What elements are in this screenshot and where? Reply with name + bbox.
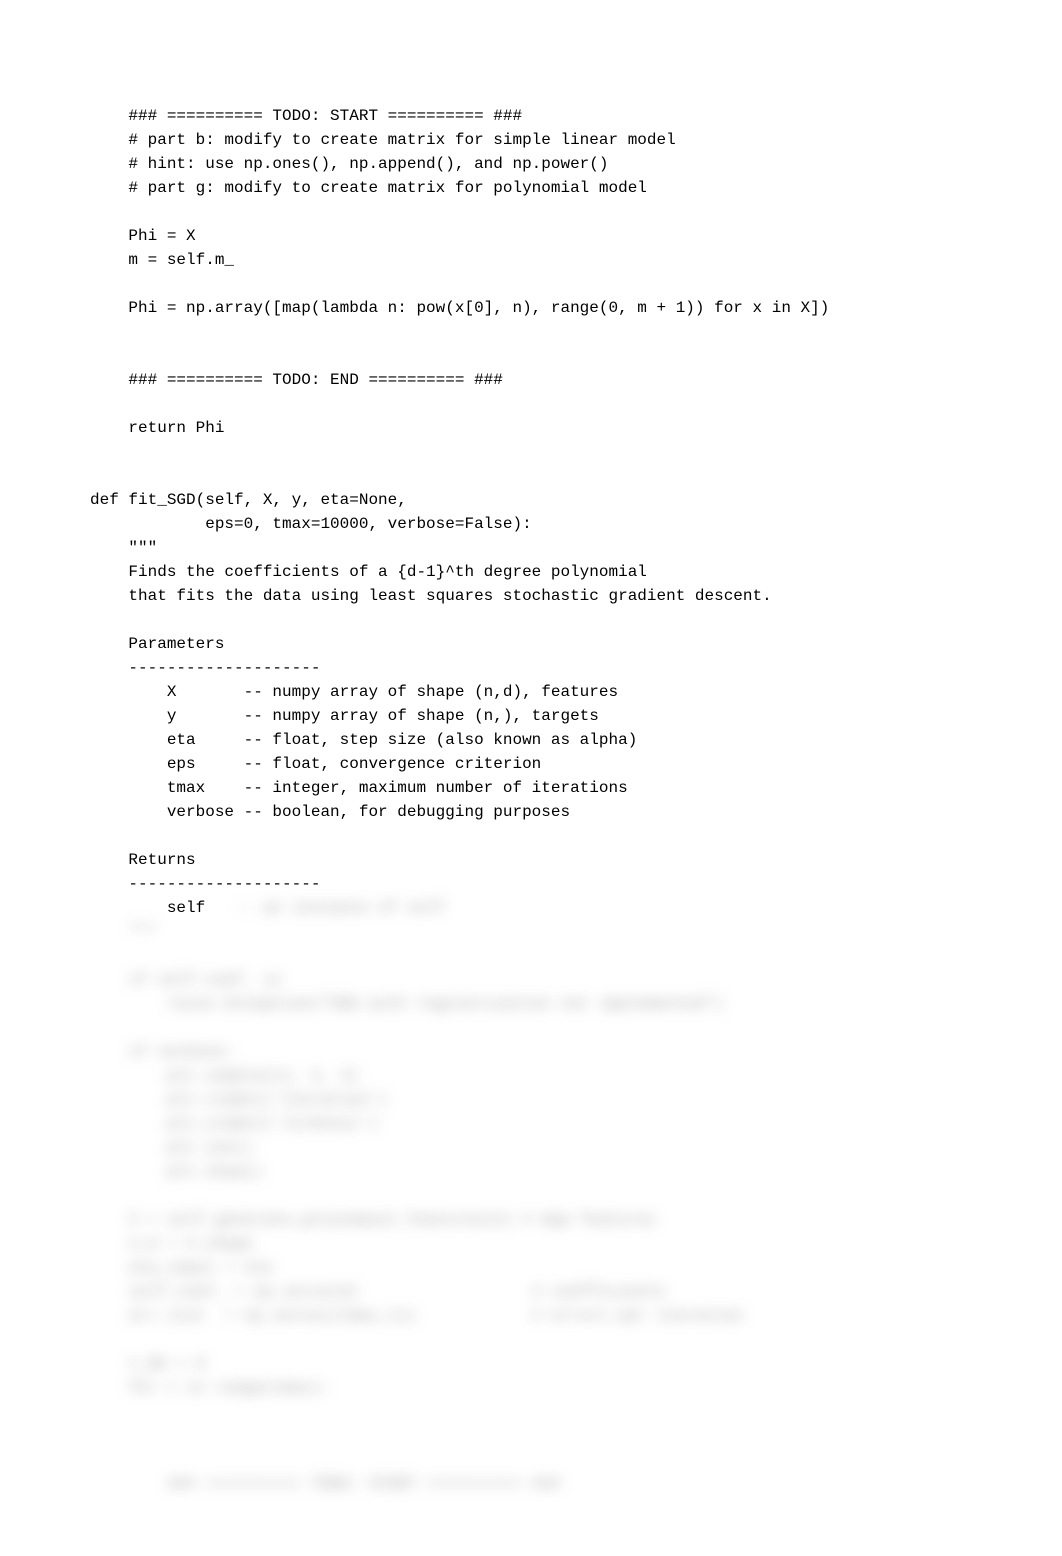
code-line: Phi = X [90,227,196,245]
blurred-line: eta_input = eta [90,1259,272,1277]
code-line: Phi = np.array([map(lambda n: pow(x[0], … [90,299,829,317]
code-line: X -- numpy array of shape (n,d), feature… [90,683,618,701]
code-line: return Phi [90,419,224,437]
code-line: eps=0, tmax=10000, verbose=False): [90,515,532,533]
code-line: -------------------- [90,875,320,893]
blurred-line: t_OK = 0 [90,1355,205,1373]
blurred-line: plt.xlabel('iteration') [90,1091,388,1109]
code-line: def fit_SGD(self, X, y, eta=None, [90,491,407,509]
code-line: # part b: modify to create matrix for si… [90,131,676,149]
code-line: Returns [90,851,196,869]
blurred-line: X = self.generate_polynomial_features(X)… [90,1211,657,1229]
blurred-line: """ [90,923,157,941]
code-line: # hint: use np.ones(), np.append(), and … [90,155,608,173]
code-line: that fits the data using least squares s… [90,587,772,605]
code-line: verbose -- boolean, for debugging purpos… [90,803,570,821]
code-line: y -- numpy array of shape (n,), targets [90,707,599,725]
blurred-line: if verbose: [90,1043,234,1061]
blurred-line: err_list = np.zeros((tmax,1)) # errors p… [90,1307,743,1325]
code-line: eta -- float, step size (also known as a… [90,731,637,749]
code-line: m = self.m_ [90,251,234,269]
code-line: ### ========== TODO: END ========== ### [90,371,503,389]
code-line: """ [90,539,157,557]
blurred-line: plt.show() [90,1163,263,1181]
blurred-line: plt.subplot(1, 2, 2) [90,1067,359,1085]
document-page: ### ========== TODO: START ========== ##… [0,0,1062,1556]
blurred-line: plt.ion() [90,1139,253,1157]
blurred-line: n,d = X.shape [90,1235,253,1253]
blurred-code-region: """ if self.coef_ is raise Exception("SG… [90,896,743,1496]
code-line: Parameters [90,635,224,653]
code-line: tmax -- integer, maximum number of itera… [90,779,628,797]
code-line: -------------------- [90,659,320,677]
code-line: Finds the coefficients of a {d-1}^th deg… [90,563,647,581]
blurred-line: plt.ylabel('J(theta)') [90,1115,378,1133]
blurred-line: ### ========== TODO: START ========== ##… [90,1475,560,1493]
code-block: ### ========== TODO: START ========== ##… [90,80,829,920]
blurred-line: for t in range(tmax): [90,1379,330,1397]
blurred-line: if self.coef_ is [90,971,282,989]
code-line: # part g: modify to create matrix for po… [90,179,647,197]
code-line: ### ========== TODO: START ========== ##… [90,107,522,125]
blurred-line: raise Exception("SGD with regularization… [90,995,724,1013]
blurred-line: self.coef_ = np.zeros(d) # coefficients [90,1283,666,1301]
code-line: eps -- float, convergence criterion [90,755,541,773]
